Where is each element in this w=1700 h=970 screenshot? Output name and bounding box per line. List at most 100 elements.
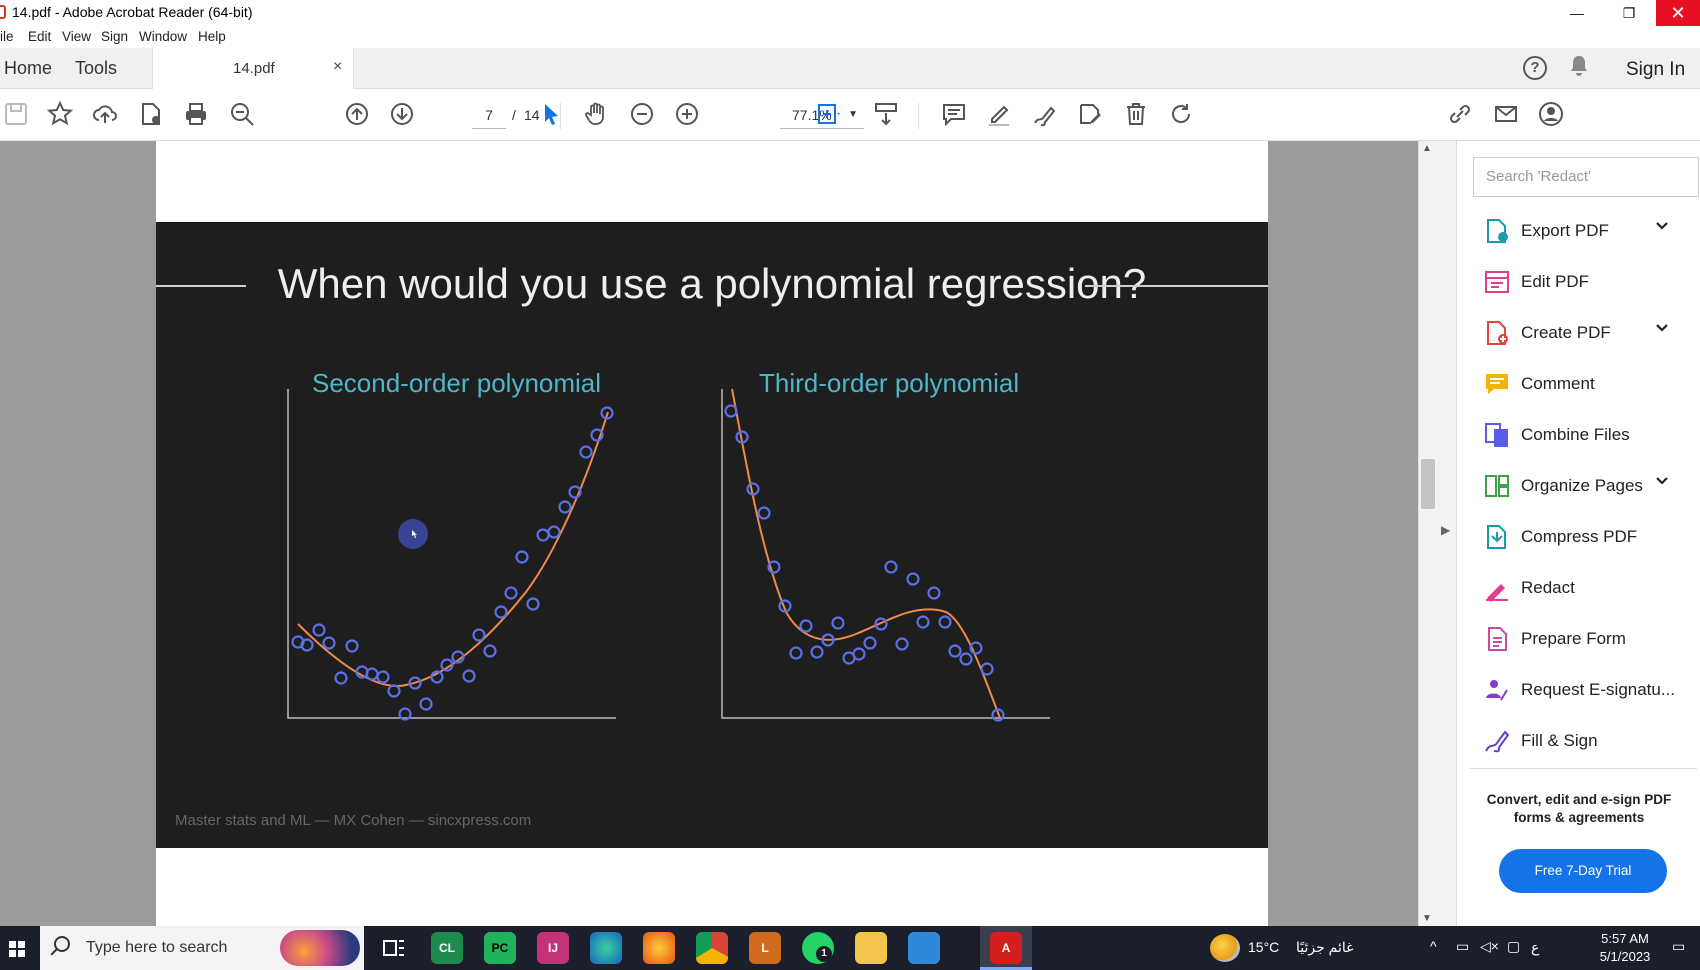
tab-home[interactable]: Home xyxy=(4,58,52,79)
menu-file[interactable]: ile xyxy=(0,29,14,44)
email-envelope-icon[interactable] xyxy=(1491,101,1521,129)
tray-chevron-up-icon[interactable]: ^ xyxy=(1430,938,1437,970)
chevron-down-icon[interactable] xyxy=(1655,219,1669,238)
menu-edit[interactable]: Edit xyxy=(28,29,51,44)
next-page-icon[interactable] xyxy=(387,101,417,129)
delete-trash-icon[interactable] xyxy=(1121,101,1151,129)
sign-in-button[interactable]: Sign In xyxy=(1626,59,1685,81)
weather-description[interactable]: غائم جزئيًا xyxy=(1296,939,1353,970)
tool-combine-files[interactable]: Combine Files xyxy=(1457,413,1700,457)
scroll-up-icon[interactable]: ▲ xyxy=(1422,143,1432,154)
office-app-icon[interactable]: L xyxy=(749,932,781,964)
rotate-icon[interactable] xyxy=(1166,101,1196,129)
data-point xyxy=(895,637,909,651)
tool-prepare-form[interactable]: Prepare Form xyxy=(1457,617,1700,661)
minimize-button[interactable]: — xyxy=(1552,0,1602,26)
tools-search-input[interactable]: Search 'Redact' xyxy=(1473,157,1699,197)
acrobat-app-taskbar-icon[interactable]: A xyxy=(990,932,1022,964)
tool-request-e-signatu[interactable]: Request E-signatu... xyxy=(1457,668,1700,712)
tool-edit-pdf[interactable]: Edit PDF xyxy=(1457,260,1700,304)
tools-pane: Search 'Redact' Export PDF Edit PDF Create… xyxy=(1456,141,1700,926)
intellij-app-icon[interactable]: IJ xyxy=(537,932,569,964)
document-viewport[interactable]: When would you use a polynomial regressi… xyxy=(0,141,1421,926)
notifications-bell-icon[interactable] xyxy=(1569,55,1589,83)
user-account-icon[interactable] xyxy=(1536,101,1566,129)
battery-icon[interactable]: ▭ xyxy=(1456,938,1469,970)
close-window-button[interactable]: ✕ xyxy=(1656,0,1700,26)
chevron-down-icon[interactable] xyxy=(1655,474,1669,493)
previous-page-icon[interactable] xyxy=(342,101,372,129)
tool-fill-sign[interactable]: Fill & Sign xyxy=(1457,719,1700,763)
clock-time: 5:57 AM xyxy=(1601,931,1649,946)
tool-comment[interactable]: Comment xyxy=(1457,362,1700,406)
highlight-pen-icon[interactable] xyxy=(984,101,1014,129)
file-explorer-icon[interactable] xyxy=(855,932,887,964)
help-icon[interactable]: ? xyxy=(1523,56,1547,80)
find-zoom-icon[interactable] xyxy=(227,101,257,129)
select-cursor-icon[interactable] xyxy=(536,101,566,129)
tool-create-pdf[interactable]: Create PDF xyxy=(1457,311,1700,355)
tab-document[interactable]: 14.pdf × xyxy=(152,48,354,89)
free-trial-button[interactable]: Free 7-Day Trial xyxy=(1499,849,1667,893)
add-comment-icon[interactable] xyxy=(939,101,969,129)
scrollbar-thumb[interactable] xyxy=(1421,459,1435,509)
combine-files-icon xyxy=(1483,421,1511,449)
sign-pen-icon[interactable] xyxy=(1029,101,1059,129)
data-point xyxy=(757,506,771,520)
data-point xyxy=(419,697,433,711)
whatsapp-app-icon[interactable]: 1 xyxy=(802,932,834,964)
scroll-mode-icon[interactable] xyxy=(871,101,901,129)
organize-pages-icon xyxy=(1483,472,1511,500)
promo-text: Convert, edit and e-sign PDF forms & agr… xyxy=(1473,791,1685,827)
firefox-browser-icon[interactable] xyxy=(643,932,675,964)
document-scrollbar[interactable]: ▲ ▼ xyxy=(1418,141,1436,926)
hand-tool-icon[interactable] xyxy=(582,101,612,129)
zoom-out-icon[interactable] xyxy=(627,101,657,129)
menu-window[interactable]: Window xyxy=(139,29,187,44)
share-edit-icon[interactable] xyxy=(1075,101,1105,129)
scroll-down-icon[interactable]: ▼ xyxy=(1422,913,1432,924)
share-link-icon[interactable] xyxy=(1445,101,1475,129)
tab-bar: Home Tools 14.pdf × ? Sign In xyxy=(0,48,1700,89)
task-view-icon[interactable] xyxy=(378,932,410,964)
language-indicator[interactable]: ع xyxy=(1531,939,1539,970)
fit-page-icon[interactable] xyxy=(813,101,843,129)
data-point xyxy=(472,628,486,642)
bookmark-star-icon[interactable] xyxy=(45,100,75,129)
tool-organize-pages[interactable]: Organize Pages xyxy=(1457,464,1700,508)
weather-icon[interactable] xyxy=(1210,934,1240,962)
windows-taskbar: Type here to search CL PC IJ L 1 A 15°C … xyxy=(0,926,1700,970)
pycharm-app-icon[interactable]: PC xyxy=(484,932,516,964)
data-point xyxy=(526,597,540,611)
menu-help[interactable]: Help xyxy=(198,29,226,44)
volume-muted-icon[interactable]: ◁× xyxy=(1480,938,1499,970)
page-number-input[interactable]: 7 xyxy=(472,101,506,129)
chevron-down-icon[interactable] xyxy=(1655,321,1669,340)
tool-export-pdf[interactable]: Export PDF xyxy=(1457,209,1700,253)
close-tab-icon[interactable]: × xyxy=(333,58,342,76)
tab-tools[interactable]: Tools xyxy=(75,58,117,79)
save-icon[interactable] xyxy=(1,101,31,129)
acrobat-taskbar-active[interactable]: A xyxy=(980,926,1032,970)
zoom-in-icon[interactable] xyxy=(672,101,702,129)
weather-temperature[interactable]: 15°C xyxy=(1248,939,1279,970)
edge-browser-icon[interactable] xyxy=(590,932,622,964)
clion-app-icon[interactable]: CL xyxy=(431,932,463,964)
chrome-browser-icon[interactable] xyxy=(696,932,728,964)
start-windows-icon[interactable] xyxy=(0,926,40,970)
create-file-icon[interactable] xyxy=(136,101,166,129)
network-icon[interactable]: ▢ xyxy=(1507,938,1520,970)
taskbar-clock[interactable]: 5:57 AM 5/1/2023 xyxy=(1585,930,1665,966)
tool-redact[interactable]: Redact xyxy=(1457,566,1700,610)
taskbar-search-box[interactable]: Type here to search xyxy=(40,926,364,970)
photos-app-icon[interactable] xyxy=(908,932,940,964)
tool-compress-pdf[interactable]: Compress PDF xyxy=(1457,515,1700,559)
upload-cloud-icon[interactable] xyxy=(90,101,120,129)
menu-view[interactable]: View xyxy=(62,29,91,44)
notifications-icon[interactable]: ▭ xyxy=(1672,938,1685,970)
collapse-pane-icon[interactable]: ▶ xyxy=(1441,523,1450,537)
print-icon[interactable] xyxy=(181,101,211,129)
restore-button[interactable]: ❐ xyxy=(1604,0,1654,26)
menu-sign[interactable]: Sign xyxy=(101,29,128,44)
pane-collapse-strip: ▶ xyxy=(1436,141,1456,926)
